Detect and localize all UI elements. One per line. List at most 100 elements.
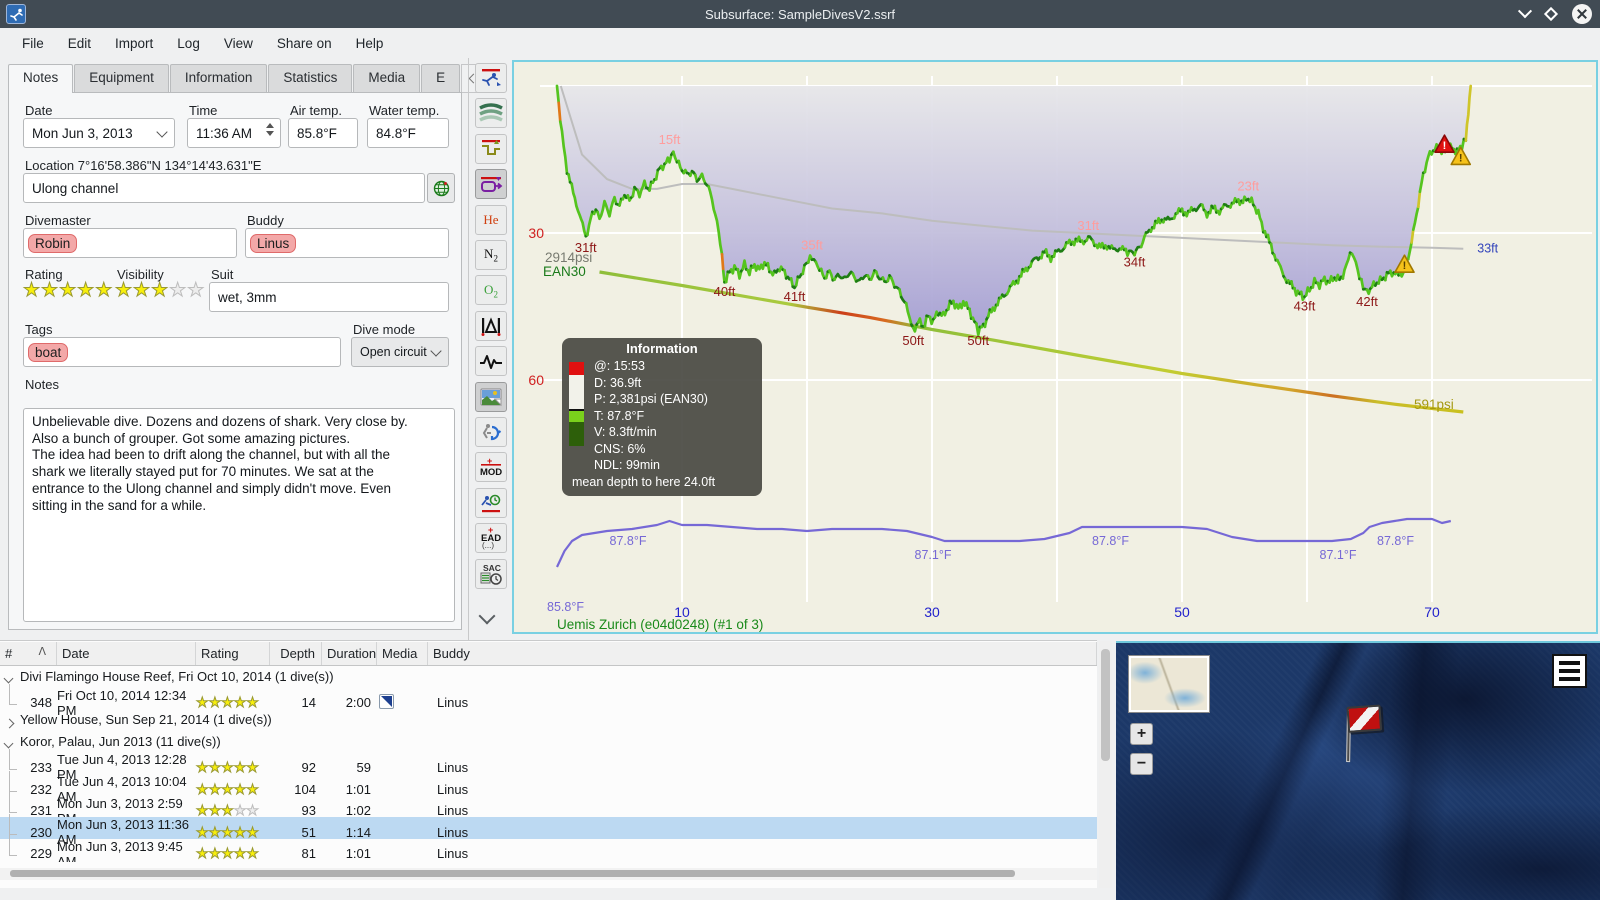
dive-duration: 1:01 <box>345 846 371 862</box>
mod-toggle-button[interactable]: + MOD <box>475 452 507 483</box>
column-header-rating[interactable]: Rating <box>196 642 270 665</box>
dive-row[interactable]: 232 Tue Jun 4, 2013 10:04 AM ★★★★★ 104 1:01 L… <box>0 770 1097 804</box>
time-spinner[interactable]: 11:36 AM <box>187 118 281 148</box>
horizontal-scrollbar[interactable] <box>0 868 1097 880</box>
pictures-toggle-button[interactable] <box>475 381 507 412</box>
diver-arrows-toggle-button[interactable] <box>475 417 507 447</box>
column-header-depth[interactable]: Depth <box>270 642 322 665</box>
menu-item-log[interactable]: Log <box>165 32 212 55</box>
pp-helium-toggle-button[interactable]: He <box>475 204 507 235</box>
visibility-stars[interactable]: ★★★★★ <box>114 279 205 302</box>
dive-duration: 1:02 <box>345 803 371 819</box>
tag-chip[interactable]: boat <box>28 342 69 362</box>
dive-row[interactable]: 231Mon Jun 3, 2013 2:59 PM★★★★★931:02Lin… <box>0 792 1097 826</box>
tab-e[interactable]: E <box>421 64 461 93</box>
tab-media[interactable]: Media <box>353 64 421 93</box>
tab-equipment[interactable]: Equipment <box>74 64 169 93</box>
menu-item-share-on[interactable]: Share on <box>265 32 344 55</box>
air-temp-field[interactable]: 85.8°F <box>288 118 358 148</box>
trip-row[interactable]: Yellow House, Sun Sep 21, 2014 (1 dive(s… <box>0 709 1097 731</box>
globe-button[interactable] <box>427 173 455 203</box>
tree-branch-icon <box>9 835 17 857</box>
dive-mode-select[interactable]: Open circuit <box>351 337 449 367</box>
column-header-num[interactable]: # ᐱ <box>0 642 57 665</box>
collapse-chevron-icon[interactable] <box>478 607 496 625</box>
tags-input[interactable]: boat <box>23 337 341 367</box>
column-header-buddy[interactable]: Buddy <box>428 642 1097 665</box>
diver-arrows-icon <box>479 421 503 443</box>
reported-ceiling-toggle-button[interactable] <box>475 310 507 341</box>
calculated-ceiling-toggle-button[interactable] <box>475 133 507 164</box>
location-label: Location 7°16'58.386"N 134°14'43.631"E <box>25 158 262 173</box>
date-combobox[interactable]: Mon Jun 3, 2013 <box>23 118 175 148</box>
spinner-arrows-icon[interactable] <box>266 123 274 136</box>
pp-nitrogen-toggle-button[interactable]: N2 <box>475 240 507 270</box>
dive-flag-marker[interactable] <box>1334 697 1392 765</box>
column-header-duration[interactable]: Duration <box>322 642 377 665</box>
water-temp-field[interactable]: 84.8°F <box>367 118 449 148</box>
svg-text:50: 50 <box>1174 604 1190 620</box>
menu-item-help[interactable]: Help <box>344 32 396 55</box>
waves-icon <box>479 103 503 123</box>
svg-text:!: ! <box>1459 152 1463 164</box>
rating-stars[interactable]: ★★★★★ <box>22 279 113 302</box>
water-type-toggle-button[interactable] <box>475 98 507 129</box>
map-zoom-in-button[interactable]: + <box>1130 723 1153 745</box>
tab-notes[interactable]: Notes <box>8 64 74 93</box>
divemaster-label: Divemaster <box>25 213 91 228</box>
divemaster-chip[interactable]: Robin <box>28 233 78 253</box>
notes-textarea[interactable]: Unbelievable dive. Dozens and dozens of … <box>23 408 455 622</box>
dive-row[interactable]: 229 Mon Jun 3, 2013 9:45 AM ★★★★★ 81 1:01 Lin… <box>0 835 1097 862</box>
minimize-icon[interactable] <box>1517 4 1533 19</box>
trip-row[interactable]: Koror, Palau, Jun 2013 (11 dive(s)) <box>0 731 1097 753</box>
svg-text:43ft: 43ft <box>1294 299 1316 314</box>
pp-oxygen-toggle-button[interactable]: O2 <box>475 275 507 306</box>
close-icon[interactable] <box>1572 4 1592 24</box>
map-menu-button[interactable] <box>1552 654 1587 688</box>
menu-item-import[interactable]: Import <box>103 32 165 55</box>
dive-site-map[interactable]: + − <box>1116 641 1600 900</box>
tags-label: Tags <box>25 322 53 337</box>
tab-information[interactable]: Information <box>169 64 268 93</box>
menu-item-edit[interactable]: Edit <box>56 32 103 55</box>
svg-text:Uemis Zurich (e04d0248) (#1 of: Uemis Zurich (e04d0248) (#1 of 3) <box>557 617 763 632</box>
info-box-row: P: 2,381psi (EAN30) <box>594 392 708 406</box>
trip-row[interactable]: Divi Flamingo House Reef, Fri Oct 10, 20… <box>0 666 1097 688</box>
buddy-input[interactable]: Linus <box>245 228 449 258</box>
menu-item-file[interactable]: File <box>10 32 56 55</box>
collapse-chevron-icon[interactable] <box>3 673 14 684</box>
heart-rate-toggle-button[interactable] <box>475 346 507 377</box>
divemaster-input[interactable]: Robin <box>23 228 237 258</box>
n2-icon: N2 <box>484 246 498 264</box>
tank-purple-icon <box>479 173 503 195</box>
dive-row[interactable]: 230 Mon Jun 3, 2013 11:36 AM ★★★★★ 51 1:14 Li… <box>0 813 1097 847</box>
dc-ceiling-toggle-button[interactable] <box>475 63 507 93</box>
map-overview-thumbnail[interactable] <box>1128 655 1210 713</box>
expand-chevron-icon[interactable] <box>4 719 15 729</box>
scrollbar-thumb[interactable] <box>10 870 1015 877</box>
sac-toggle-button[interactable]: SAC <box>475 558 507 589</box>
buddy-chip[interactable]: Linus <box>250 233 297 253</box>
menu-item-view[interactable]: View <box>212 32 265 55</box>
media-thumbnail-icon[interactable] <box>379 693 394 709</box>
column-header-date[interactable]: Date <box>57 642 196 665</box>
column-header-media[interactable]: Media <box>377 642 428 665</box>
suit-input[interactable]: wet, 3mm <box>209 282 449 312</box>
svg-text:50ft: 50ft <box>902 333 924 348</box>
map-zoom-out-button[interactable]: − <box>1130 753 1153 775</box>
sac-icon: SAC <box>478 562 504 586</box>
location-input[interactable]: Ulong channel <box>23 173 425 203</box>
dive-row[interactable]: 233 Tue Jun 4, 2013 12:28 PM ★★★★★ 92 59 Linu… <box>0 748 1097 782</box>
collapse-chevron-icon[interactable] <box>3 738 14 749</box>
scrollbar-thumb[interactable] <box>1101 649 1110 761</box>
dive-profile-chart[interactable]: 30 60 10 30 50 70 31ft 15ft 40ft 41ft 35ft 50ft 50ft… <box>512 60 1598 634</box>
tab-statistics[interactable]: Statistics <box>268 64 353 93</box>
dive-row[interactable]: 348 Fri Oct 10, 2014 12:34 PM ★★★★★ 14 2:00 L… <box>0 684 1097 718</box>
vertical-scrollbar[interactable] <box>1099 641 1112 888</box>
svg-text:41ft: 41ft <box>784 289 806 304</box>
maximize-icon[interactable] <box>1543 6 1559 22</box>
dive-time-toggle-button[interactable] <box>475 487 507 518</box>
tank-bar-toggle-button[interactable] <box>475 169 507 200</box>
dive-buddy: Linus <box>437 781 469 797</box>
ead-toggle-button[interactable]: + EAD (...) <box>475 523 507 554</box>
